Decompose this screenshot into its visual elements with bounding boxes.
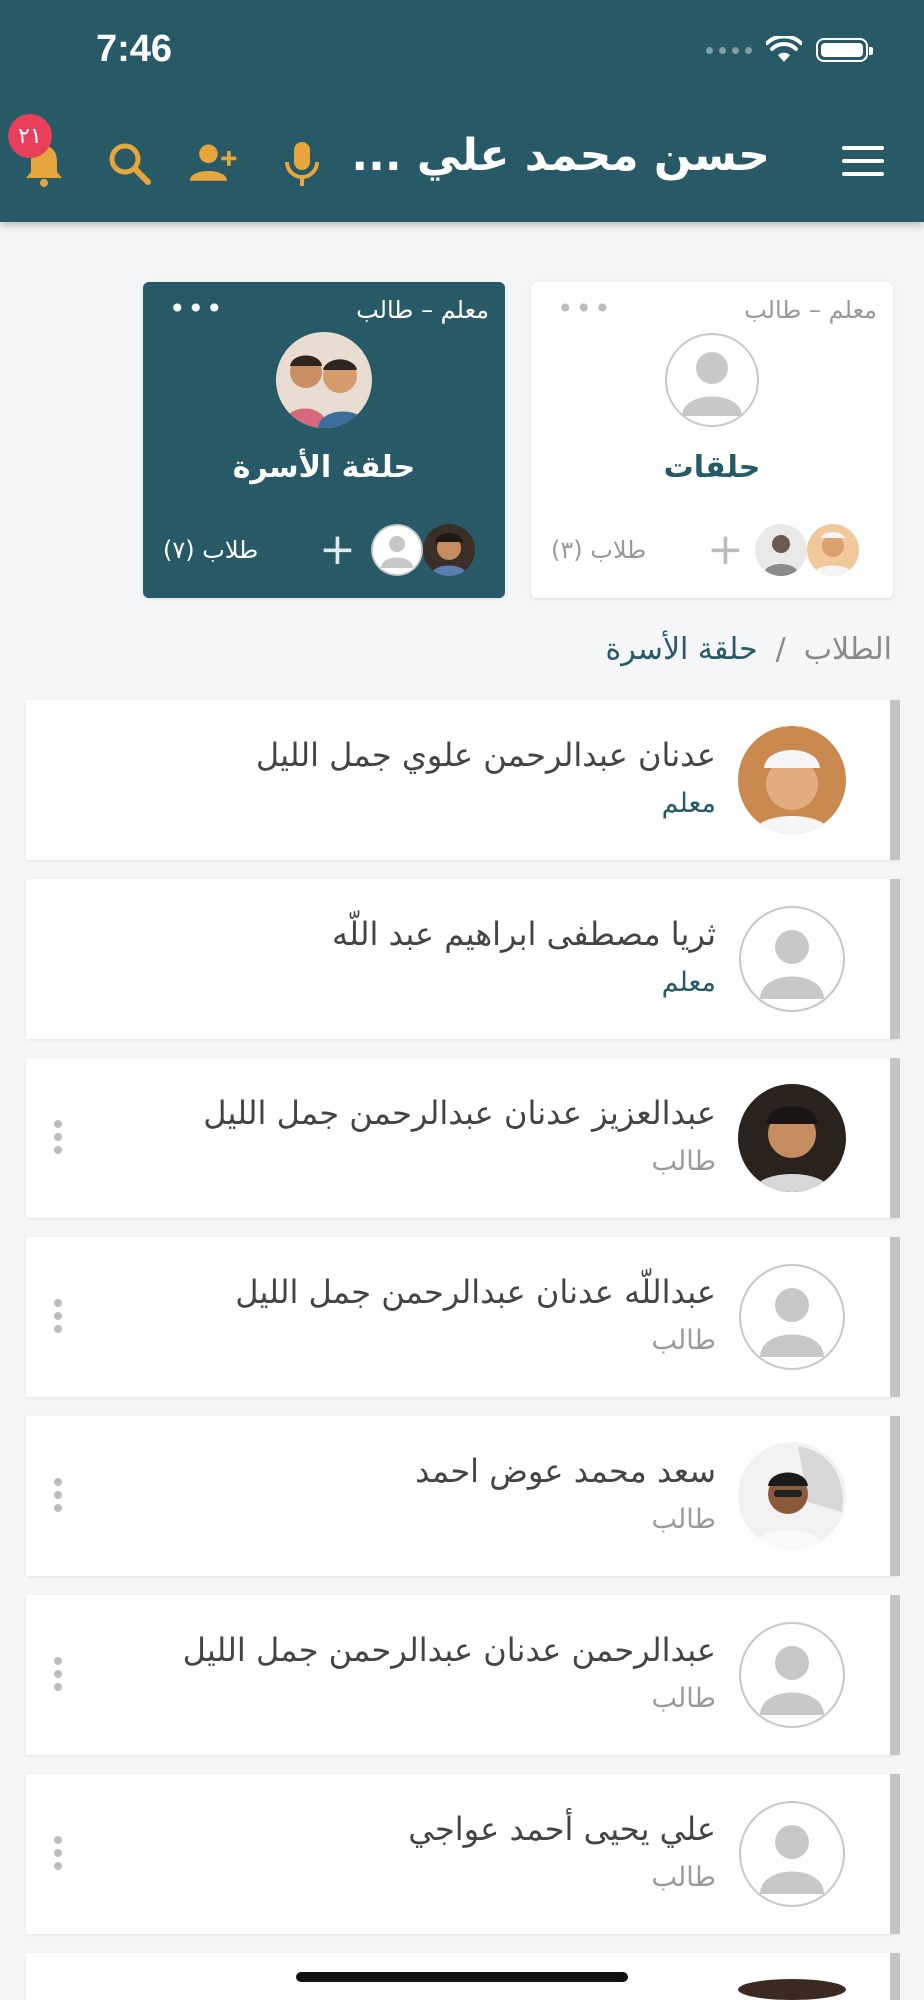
breadcrumb-separator: / — [775, 632, 786, 667]
member-role: معلم — [661, 788, 716, 819]
member-name: عبداللّه عدنان عبدالرحمن جمل الليل — [235, 1273, 716, 1311]
list-item[interactable]: سعد محمد عوض احمد طالب — [26, 1416, 900, 1576]
avatar — [738, 1263, 846, 1371]
avatar — [738, 726, 846, 834]
list-item[interactable]: ثريا مصطفى ابراهيم عبد اللّه معلم — [26, 879, 900, 1039]
menu-icon[interactable] — [842, 146, 884, 176]
member-role: طالب — [651, 1146, 716, 1177]
avatar — [738, 1621, 846, 1729]
member-role: طالب — [651, 1683, 716, 1714]
member-name: عدنان عبدالرحمن علوي جمل الليل — [255, 736, 716, 774]
more-icon[interactable]: ••• — [557, 292, 613, 325]
member-role: طالب — [651, 1504, 716, 1535]
card-footer: طلاب (٧) + — [159, 524, 489, 578]
add-user-icon[interactable] — [188, 138, 240, 190]
breadcrumb-root[interactable]: الطلاب — [804, 632, 892, 667]
more-vertical-icon[interactable] — [54, 1478, 64, 1517]
member-role: طالب — [651, 1862, 716, 1893]
battery-icon — [816, 38, 873, 62]
avatar — [738, 905, 846, 1013]
microphone-icon[interactable] — [276, 138, 328, 190]
page-title: حسن محمد علي ... — [351, 130, 770, 181]
add-icon[interactable]: + — [319, 528, 356, 572]
signal-icon — [706, 46, 752, 54]
home-indicator — [296, 1972, 628, 1982]
notification-badge: ٢١ — [8, 114, 52, 158]
avatar — [807, 524, 859, 576]
add-icon[interactable]: + — [707, 528, 744, 572]
card-name: حلقات — [663, 450, 761, 485]
student-count: طلاب (٣) — [551, 536, 647, 564]
breadcrumb: الطلاب / حلقة الأسرة — [606, 632, 892, 667]
avatar — [423, 524, 475, 576]
member-role: معلم — [661, 967, 716, 998]
status-time: 7:46 — [96, 28, 173, 70]
avatar — [276, 332, 372, 428]
more-vertical-icon[interactable] — [54, 1836, 64, 1875]
list-item[interactable]: عبدالعزيز عدنان عبدالرحمن جمل الليل طالب — [26, 1058, 900, 1218]
more-icon[interactable]: ••• — [169, 292, 225, 325]
avatar — [664, 332, 760, 428]
card-role: معلم – طالب — [356, 296, 489, 324]
card-footer: طلاب (٣) + — [547, 524, 877, 578]
breadcrumb-current: حلقة الأسرة — [605, 632, 758, 667]
member-role: طالب — [651, 1325, 716, 1356]
app-header: 7:46 حسن محمد علي ... ٢١ — [0, 0, 924, 222]
more-vertical-icon[interactable] — [54, 1657, 64, 1696]
more-vertical-icon[interactable] — [54, 1120, 64, 1159]
circle-card-family[interactable]: معلم – طالب ••• حلقة الأسرة طلاب (٧) + — [143, 282, 505, 598]
list-item[interactable]: عبداللّه عدنان عبدالرحمن جمل الليل طالب — [26, 1237, 900, 1397]
avatar — [738, 1800, 846, 1908]
avatar — [371, 524, 423, 576]
member-name: عبدالعزيز عدنان عبدالرحمن جمل الليل — [203, 1094, 716, 1132]
member-name: ثريا مصطفى ابراهيم عبد اللّه — [331, 915, 716, 953]
list-item[interactable]: عدنان عبدالرحمن علوي جمل الليل معلم — [26, 700, 900, 860]
circle-card-halaqat[interactable]: معلم – طالب ••• حلقات طلاب (٣) + — [531, 282, 893, 598]
list-item[interactable]: عبدالرحمن عدنان عبدالرحمن جمل الليل طالب — [26, 1595, 900, 1755]
member-name: عبدالرحمن عدنان عبدالرحمن جمل الليل — [182, 1631, 716, 1669]
avatar — [738, 1084, 846, 1192]
avatar — [755, 524, 807, 576]
card-role: معلم – طالب — [744, 296, 877, 324]
avatar — [738, 1979, 846, 2000]
more-vertical-icon[interactable] — [54, 1299, 64, 1338]
search-icon[interactable] — [104, 138, 156, 190]
member-name: علي يحيى أحمد عواجي — [408, 1810, 716, 1848]
status-icons — [706, 36, 873, 64]
list-item[interactable]: علي يحيى أحمد عواجي طالب — [26, 1774, 900, 1934]
avatar — [738, 1442, 846, 1550]
student-count: طلاب (٧) — [163, 536, 259, 564]
member-name: سعد محمد عوض احمد — [415, 1452, 716, 1490]
wifi-icon — [766, 36, 802, 62]
card-name: حلقة الأسرة — [232, 450, 416, 485]
